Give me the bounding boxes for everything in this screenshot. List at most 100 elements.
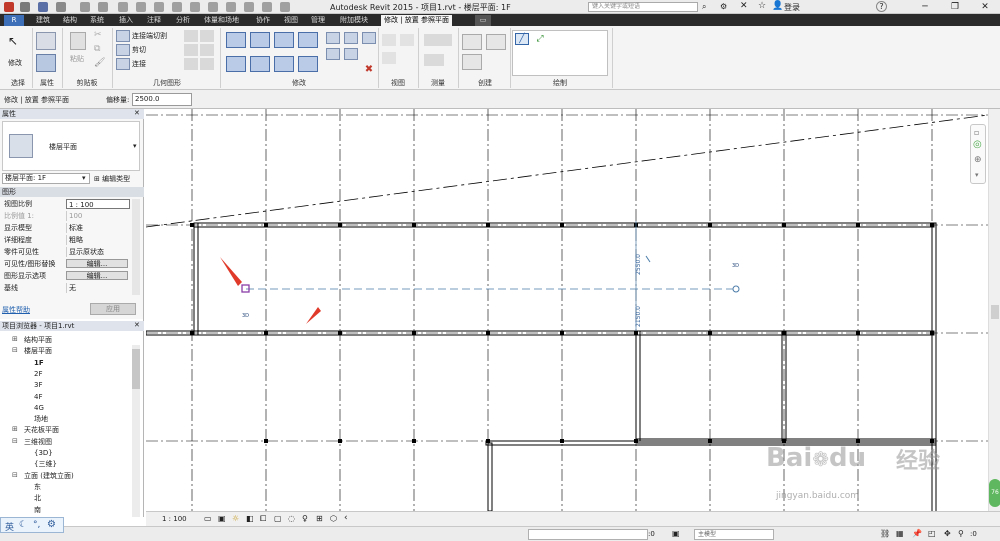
punctuation-icon[interactable]: °, bbox=[33, 520, 40, 530]
switch-windows-icon[interactable] bbox=[280, 2, 290, 12]
join-geometry-icon[interactable] bbox=[116, 58, 130, 70]
align-icon[interactable] bbox=[226, 32, 246, 48]
tree-toggle-icon[interactable]: ⊞ bbox=[12, 335, 18, 343]
split-face-icon[interactable] bbox=[184, 30, 198, 42]
type-properties-icon[interactable] bbox=[36, 32, 56, 50]
cut-geometry-icon[interactable] bbox=[116, 44, 130, 56]
nav-options-icon[interactable]: ▾ bbox=[975, 171, 979, 179]
aligned-dimension-icon[interactable] bbox=[424, 54, 444, 66]
tree-toggle-icon[interactable]: ⊟ bbox=[12, 437, 18, 445]
remove-paint-icon[interactable] bbox=[200, 44, 214, 56]
tree-toggle-icon[interactable]: ⊞ bbox=[12, 425, 18, 433]
unpin-icon[interactable] bbox=[344, 48, 358, 60]
reveal-hidden-icon[interactable]: ♀ bbox=[302, 514, 308, 523]
section-icon[interactable] bbox=[208, 2, 218, 12]
cut-clipboard-icon[interactable]: ✂ bbox=[94, 30, 108, 42]
browser-item[interactable]: 天花板平面 bbox=[24, 425, 59, 435]
linework-icon[interactable] bbox=[382, 52, 396, 64]
browser-scrollbar[interactable] bbox=[132, 345, 140, 517]
tab-modify-reference-plane[interactable]: 修改 | 放置 参照平面 bbox=[381, 15, 453, 26]
tab-addins[interactable]: 附加模块 bbox=[340, 15, 368, 26]
subscription-icon[interactable]: ⚙ bbox=[720, 2, 727, 11]
exchange-icon[interactable]: ✕ bbox=[740, 1, 748, 11]
hammer-icon[interactable] bbox=[200, 58, 214, 70]
paste-icon[interactable] bbox=[70, 32, 86, 50]
3d-view-icon[interactable] bbox=[190, 2, 200, 12]
panel-modify[interactable]: 修改 bbox=[222, 78, 376, 88]
panel-properties[interactable]: 属性 bbox=[34, 78, 60, 88]
tab-architecture[interactable]: 建筑 bbox=[36, 15, 50, 26]
pick-lines-icon[interactable]: ⤢ bbox=[533, 33, 547, 45]
dimension-icon[interactable] bbox=[154, 2, 164, 12]
browser-item[interactable]: 楼层平面 bbox=[24, 346, 52, 356]
mirror-axis-icon[interactable] bbox=[274, 32, 294, 48]
print-icon[interactable] bbox=[118, 2, 128, 12]
property-value[interactable]: 显示原状态 bbox=[66, 247, 130, 257]
text-icon[interactable] bbox=[226, 2, 236, 12]
demolish-icon[interactable] bbox=[184, 58, 198, 70]
browser-item[interactable]: {三维} bbox=[34, 459, 57, 469]
drawing-canvas[interactable]: 2550.0 2150.0 3D 3D Bai❁du 经验 jingyan.ba… bbox=[145, 109, 989, 541]
cursor-icon[interactable]: ↖ bbox=[8, 34, 22, 48]
properties-icon[interactable] bbox=[36, 54, 56, 72]
trim-icon[interactable] bbox=[298, 56, 318, 72]
create-assembly-icon[interactable] bbox=[462, 34, 482, 50]
help-button[interactable]: ? bbox=[876, 1, 887, 12]
copy-icon[interactable]: ⧉ bbox=[94, 44, 108, 56]
temp-hide-icon[interactable]: ◌ bbox=[288, 514, 295, 523]
tab-structure[interactable]: 结构 bbox=[63, 15, 77, 26]
instance-filter-select[interactable]: 楼层平面: 1F bbox=[2, 173, 90, 184]
delete-icon[interactable]: ✖ bbox=[362, 64, 376, 76]
zoom-icon[interactable]: ⊕ bbox=[974, 155, 982, 165]
tab-view[interactable]: 视图 bbox=[284, 15, 298, 26]
default-3d-icon[interactable] bbox=[244, 2, 254, 12]
property-value[interactable]: 1 : 100 bbox=[66, 199, 130, 209]
application-menu-button[interactable]: R bbox=[4, 15, 24, 26]
hide-element-icon[interactable] bbox=[382, 34, 396, 46]
browser-close-icon[interactable]: ✕ bbox=[134, 321, 140, 329]
cut-join-button[interactable]: 连接端切割 bbox=[132, 31, 167, 41]
select-pinned-icon[interactable]: 📌 bbox=[912, 529, 922, 538]
show-crop-icon[interactable]: ▢ bbox=[274, 514, 282, 523]
favorites-icon[interactable]: ☆ bbox=[758, 1, 766, 11]
moon-icon[interactable]: ☾ bbox=[19, 520, 27, 530]
property-value[interactable]: 粗略 bbox=[66, 235, 130, 245]
paste-button[interactable]: 粘贴 bbox=[70, 54, 84, 64]
array-icon[interactable] bbox=[344, 32, 358, 44]
move-icon[interactable] bbox=[226, 56, 246, 72]
edit-type-button[interactable]: ⊞ 编辑类型 bbox=[94, 174, 130, 184]
scroll-left-icon[interactable]: ‹ bbox=[344, 513, 348, 523]
panel-select[interactable]: 选择 bbox=[4, 78, 32, 88]
tab-manage[interactable]: 管理 bbox=[311, 15, 325, 26]
tree-toggle-icon[interactable]: ⊟ bbox=[12, 346, 18, 354]
cut-button[interactable]: 剪切 bbox=[132, 45, 146, 55]
tab-collaborate[interactable]: 协作 bbox=[256, 15, 270, 26]
revit-logo-icon[interactable] bbox=[4, 2, 14, 12]
ime-language[interactable]: 英 bbox=[5, 520, 14, 533]
select-underlay-icon[interactable]: ▦ bbox=[896, 529, 904, 538]
join-button[interactable]: 连接 bbox=[132, 59, 146, 69]
tab-annotate[interactable]: 注释 bbox=[147, 15, 161, 26]
undo-icon[interactable] bbox=[80, 2, 90, 12]
property-value[interactable]: 无 bbox=[66, 283, 130, 293]
settings-icon[interactable]: ⚙ bbox=[47, 519, 56, 530]
type-selector[interactable]: 楼层平面 ▾ bbox=[2, 121, 140, 171]
filter-icon[interactable]: ⚲ bbox=[958, 529, 964, 538]
property-edit-button[interactable]: 编辑... bbox=[66, 259, 128, 268]
tab-systems[interactable]: 系统 bbox=[90, 15, 104, 26]
minimize-button[interactable]: ─ bbox=[910, 0, 940, 14]
tab-massing-site[interactable]: 体量和场地 bbox=[204, 15, 239, 26]
select-by-face-icon[interactable]: ◰ bbox=[928, 529, 936, 538]
open-icon[interactable] bbox=[20, 2, 30, 12]
offset-input[interactable]: 2500.0 bbox=[132, 93, 192, 106]
property-value[interactable]: 100 bbox=[66, 211, 130, 221]
login-button[interactable]: 登录 bbox=[784, 2, 800, 13]
crop-view-icon[interactable]: ⧠ bbox=[260, 514, 266, 524]
wall-joins-icon[interactable] bbox=[200, 30, 214, 42]
section-graphics[interactable]: 图形 bbox=[0, 187, 144, 197]
nav-close-icon[interactable]: ▫ bbox=[974, 128, 979, 137]
property-edit-button[interactable]: 编辑... bbox=[66, 271, 128, 280]
panel-clipboard[interactable]: 剪贴板 bbox=[64, 78, 110, 88]
property-value[interactable]: 标准 bbox=[66, 223, 130, 233]
canvas-scroll-thumb[interactable] bbox=[991, 305, 999, 319]
